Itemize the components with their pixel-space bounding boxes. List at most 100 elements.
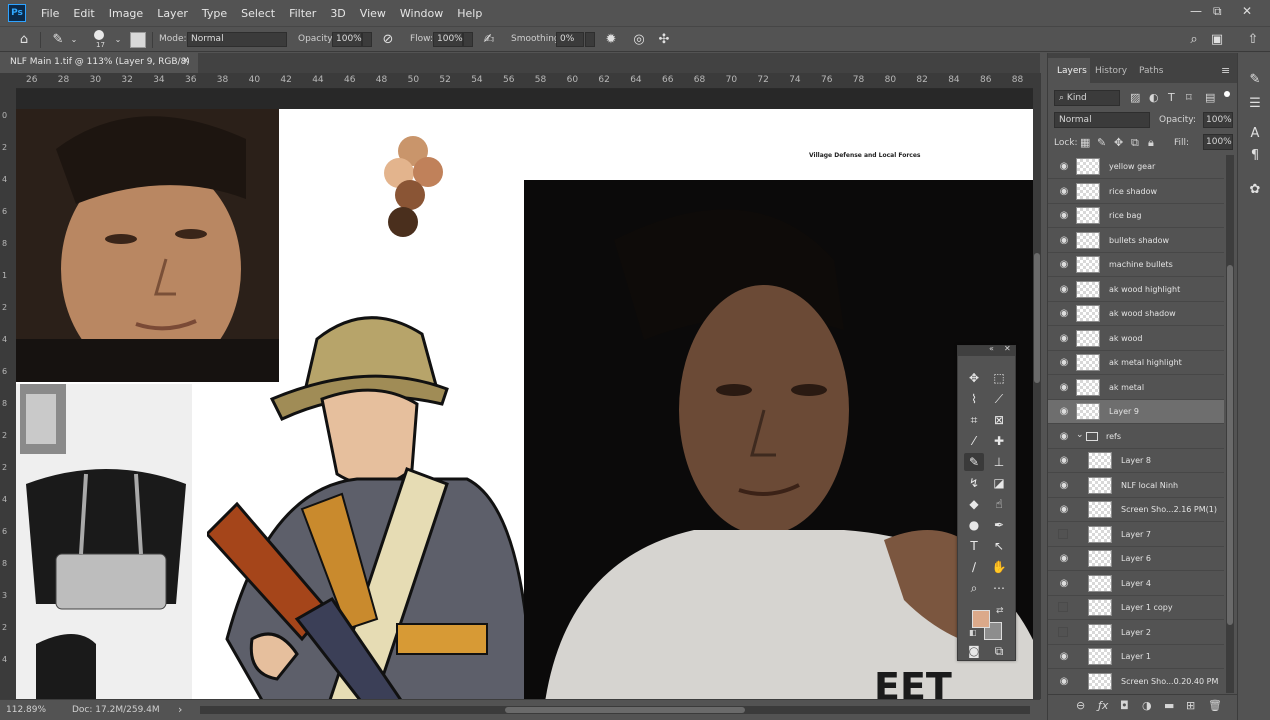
- frame-tool-icon[interactable]: ⊠: [989, 411, 1009, 429]
- lasso-tool-icon[interactable]: ⌇: [964, 390, 984, 408]
- mask-icon[interactable]: ◘: [1120, 699, 1129, 712]
- eye-icon[interactable]: ◉: [1058, 553, 1070, 565]
- healing-brush-tool-icon[interactable]: ✚: [989, 432, 1009, 450]
- swap-colors-icon[interactable]: ⇄: [996, 606, 1004, 616]
- layer-row[interactable]: ◉ rice bag: [1048, 204, 1224, 228]
- lock-pixels-icon[interactable]: ✎: [1097, 136, 1106, 149]
- smudge-tool-icon[interactable]: ☝: [989, 495, 1009, 513]
- smoothing-dropdown[interactable]: [585, 32, 595, 47]
- vertical-scroll-thumb[interactable]: [1034, 253, 1040, 383]
- layer-row[interactable]: ◉ bullets shadow: [1048, 229, 1224, 253]
- pen-tool-icon[interactable]: ✒: [989, 516, 1009, 534]
- tab-layers[interactable]: Layers: [1057, 66, 1087, 76]
- canvas-area[interactable]: Village Defense and Local Forces EET: [16, 89, 1040, 699]
- dodge-tool-icon[interactable]: ●: [964, 516, 984, 534]
- layer-row[interactable]: Layer 7: [1048, 523, 1224, 547]
- menu-view[interactable]: View: [353, 7, 393, 20]
- eye-icon[interactable]: ◉: [1058, 480, 1070, 492]
- airbrush-icon[interactable]: ✍: [481, 32, 497, 48]
- chevron-down-icon[interactable]: ⌄: [1076, 430, 1084, 440]
- document-tab[interactable]: NLF Main 1.tif @ 113% (Layer 9, RGB/8) ×: [0, 53, 198, 73]
- layer-row[interactable]: ◉ ak wood shadow: [1048, 302, 1224, 326]
- lock-position-icon[interactable]: ✥: [1114, 136, 1123, 149]
- eye-icon[interactable]: ◉: [1058, 235, 1070, 247]
- pressure-size-icon[interactable]: ◎: [631, 32, 647, 48]
- restore-button[interactable]: ⧉: [1213, 4, 1222, 19]
- menu-image[interactable]: Image: [102, 7, 150, 20]
- minimize-button[interactable]: —: [1190, 4, 1202, 18]
- chevron-down-icon[interactable]: ⌄: [66, 32, 82, 48]
- vertical-ruler[interactable]: 0 2 4 6 8 1 2 4 6 8 2 2 4 6 8 3 2 4: [0, 89, 16, 699]
- menu-type[interactable]: Type: [195, 7, 234, 20]
- visibility-toggle[interactable]: [1058, 626, 1068, 637]
- layer-row[interactable]: Layer 2: [1048, 621, 1224, 645]
- layer-row[interactable]: ◉ Layer 8: [1048, 449, 1224, 473]
- pressure-opacity-icon[interactable]: ⊘: [380, 32, 396, 48]
- layer-row[interactable]: ◉ Layer 9: [1048, 400, 1224, 424]
- eye-icon[interactable]: ◉: [1058, 676, 1070, 688]
- eye-icon[interactable]: ◉: [1058, 651, 1070, 663]
- smoothing-input[interactable]: 0%: [556, 32, 584, 47]
- vertical-scrollbar[interactable]: [1033, 73, 1041, 699]
- smart-object-filter-icon[interactable]: ▤: [1205, 91, 1215, 104]
- libraries-icon[interactable]: ✿: [1246, 181, 1264, 199]
- tab-history[interactable]: History: [1095, 66, 1127, 76]
- eraser-tool-icon[interactable]: ◪: [989, 474, 1009, 492]
- path-select-tool-icon[interactable]: ↖: [989, 537, 1009, 555]
- brush-settings-panel-icon[interactable]: [130, 32, 146, 48]
- quick-select-tool-icon[interactable]: ⟋: [989, 390, 1009, 408]
- eye-icon[interactable]: ◉: [1058, 578, 1070, 590]
- history-brush-tool-icon[interactable]: ↯: [964, 474, 984, 492]
- layers-scroll-thumb[interactable]: [1227, 265, 1233, 625]
- foreground-color-swatch[interactable]: [972, 610, 990, 628]
- layer-row[interactable]: ◉ machine bullets: [1048, 253, 1224, 277]
- tools-panel-header[interactable]: « ✕: [958, 344, 1015, 356]
- layer-row[interactable]: ◉ ak wood highlight: [1048, 278, 1224, 302]
- visibility-toggle[interactable]: [1058, 528, 1068, 539]
- layers-scrollbar[interactable]: [1226, 155, 1234, 693]
- flow-dropdown[interactable]: [463, 32, 473, 47]
- menu-select[interactable]: Select: [234, 7, 282, 20]
- layer-row[interactable]: ◉ Screen Sho...0.20.40 PM: [1048, 670, 1224, 693]
- layer-row[interactable]: ◉ rice shadow: [1048, 180, 1224, 204]
- eye-icon[interactable]: ◉: [1058, 284, 1070, 296]
- layer-row[interactable]: ◉ ak metal highlight: [1048, 351, 1224, 375]
- panel-menu-icon[interactable]: ≡: [1221, 64, 1230, 77]
- tab-paths[interactable]: Paths: [1139, 66, 1163, 76]
- eye-icon[interactable]: ◉: [1058, 382, 1070, 394]
- blend-mode-select[interactable]: Normal: [1054, 112, 1150, 128]
- eye-icon[interactable]: ◉: [1058, 308, 1070, 320]
- status-menu-arrow[interactable]: ›: [178, 703, 182, 716]
- brush-size-preview-icon[interactable]: [94, 30, 104, 40]
- paint-bucket-tool-icon[interactable]: ◆: [964, 495, 984, 513]
- collapse-icon[interactable]: «: [989, 344, 994, 353]
- fx-icon[interactable]: ƒx: [1098, 699, 1108, 712]
- brush-settings-icon[interactable]: ✎: [1246, 71, 1264, 89]
- layer-row[interactable]: ◉ yellow gear: [1048, 155, 1224, 179]
- gear-icon[interactable]: ✹: [603, 32, 619, 48]
- zoom-level[interactable]: 112.89%: [6, 705, 46, 715]
- crop-tool-icon[interactable]: ⌗: [964, 411, 984, 429]
- document-canvas[interactable]: Village Defense and Local Forces EET: [16, 109, 1033, 699]
- opacity-dropdown[interactable]: [362, 32, 372, 47]
- layer-row[interactable]: ◉ ak metal: [1048, 376, 1224, 400]
- horizontal-scroll-thumb[interactable]: [505, 707, 745, 713]
- workspace-icon[interactable]: ▣: [1209, 32, 1225, 48]
- lock-transparent-icon[interactable]: ▦: [1080, 136, 1090, 149]
- close-icon[interactable]: ✕: [1004, 344, 1011, 353]
- mode-select[interactable]: Normal: [187, 32, 287, 47]
- layer-row[interactable]: ◉ ak wood: [1048, 327, 1224, 351]
- type-tool-icon[interactable]: T: [964, 537, 984, 555]
- layer-row[interactable]: ◉ NLF local Ninh: [1048, 474, 1224, 498]
- search-icon[interactable]: ⌕: [1186, 32, 1202, 48]
- zoom-tool-icon[interactable]: ⌕: [964, 579, 984, 597]
- eye-icon[interactable]: ◉: [1058, 406, 1070, 418]
- home-icon[interactable]: ⌂: [16, 32, 32, 48]
- menu-3d[interactable]: 3D: [323, 7, 352, 20]
- layer-filter-select[interactable]: ⌕ Kind: [1054, 90, 1120, 106]
- eye-icon[interactable]: ◉: [1058, 357, 1070, 369]
- brush-tool-icon[interactable]: ✎: [964, 453, 984, 471]
- more-tools-icon[interactable]: ⋯: [989, 579, 1009, 597]
- menu-help[interactable]: Help: [450, 7, 489, 20]
- eye-icon[interactable]: ◉: [1058, 210, 1070, 222]
